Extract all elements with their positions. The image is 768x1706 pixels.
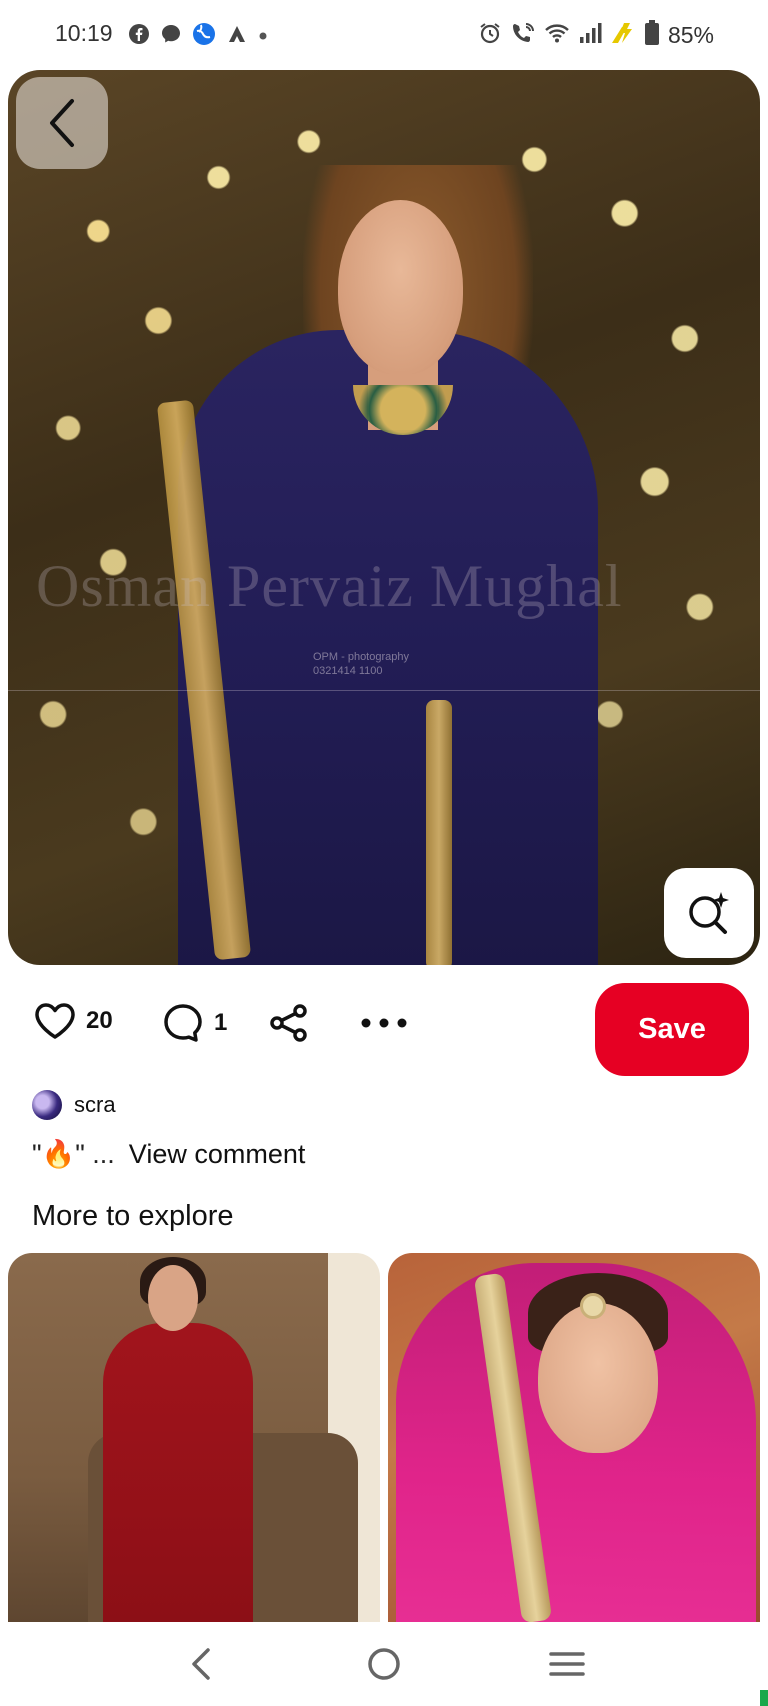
explore-pin-figure xyxy=(103,1323,253,1623)
lens-search-icon xyxy=(689,892,729,934)
image-watermark: Osman Pervaiz Mughal xyxy=(36,553,623,619)
notification-icons xyxy=(128,22,268,51)
system-navigation-bar xyxy=(0,1622,768,1706)
alarm-icon xyxy=(478,21,502,50)
charging-icon xyxy=(610,21,636,50)
maps-icon xyxy=(226,23,248,50)
comment-author[interactable]: scra xyxy=(32,1090,116,1120)
watermark-line xyxy=(8,690,760,691)
avatar[interactable] xyxy=(32,1090,62,1120)
heart-icon xyxy=(35,1003,75,1039)
explore-pin-face xyxy=(148,1265,198,1331)
share-button[interactable] xyxy=(268,1002,310,1044)
comment-preview-text: "🔥" ... xyxy=(32,1139,115,1169)
more-horizontal-icon xyxy=(361,1018,407,1028)
messenger-icon xyxy=(160,23,182,50)
explore-pin-face xyxy=(538,1303,658,1453)
status-time: 10:19 xyxy=(55,20,113,46)
pin-image-trim xyxy=(426,700,452,965)
comment-author-name[interactable]: scra xyxy=(74,1092,116,1118)
like-count: 20 xyxy=(86,1007,113,1034)
comment-bubble-icon xyxy=(164,1004,202,1042)
chevron-left-icon xyxy=(192,1648,211,1680)
comment-preview: "🔥" ... View comment xyxy=(32,1138,305,1170)
explore-pin[interactable] xyxy=(388,1253,760,1623)
wifi-icon xyxy=(544,22,570,49)
visual-search-button[interactable] xyxy=(664,868,754,958)
wifi-call-icon xyxy=(510,21,536,50)
explore-pin[interactable] xyxy=(8,1253,380,1623)
browser-icon xyxy=(192,22,216,51)
save-button[interactable]: Save xyxy=(595,983,749,1076)
watermark-credit-line-2: 0321414 1100 xyxy=(313,665,383,677)
chevron-left-icon xyxy=(50,99,74,147)
watermark-credit-line-1: OPM - photography xyxy=(313,651,409,663)
pin-image[interactable]: Osman Pervaiz Mughal OPM - photography 0… xyxy=(8,70,760,965)
share-icon xyxy=(270,1004,307,1042)
menu-lines-icon xyxy=(548,1652,585,1676)
explore-pin-jewelry xyxy=(580,1293,606,1319)
system-icons: 85% xyxy=(478,20,714,51)
signal-icon xyxy=(578,22,602,49)
dot-icon xyxy=(258,28,268,46)
nav-recents-button[interactable] xyxy=(537,1634,597,1694)
view-comment-link[interactable]: View comment xyxy=(129,1139,306,1170)
watermark-credit: OPM - photography 0321414 1100 xyxy=(313,650,409,678)
nav-back-button[interactable] xyxy=(171,1634,231,1694)
battery-icon xyxy=(644,20,660,51)
pin-image-face xyxy=(338,200,463,375)
status-bar: 10:19 85% xyxy=(0,0,768,70)
comment-button[interactable]: 1 xyxy=(162,1002,227,1044)
more-to-explore-title: More to explore xyxy=(32,1200,234,1232)
nav-home-button[interactable] xyxy=(354,1634,414,1694)
home-circle-icon xyxy=(368,1648,400,1680)
back-button[interactable] xyxy=(16,77,108,169)
screen-indicator xyxy=(760,1690,768,1706)
battery-percentage: 85% xyxy=(667,22,714,48)
facebook-icon xyxy=(128,23,150,50)
comment-count: 1 xyxy=(214,1009,228,1036)
like-button[interactable]: 20 xyxy=(34,1002,113,1040)
more-options-button[interactable] xyxy=(358,1002,410,1044)
